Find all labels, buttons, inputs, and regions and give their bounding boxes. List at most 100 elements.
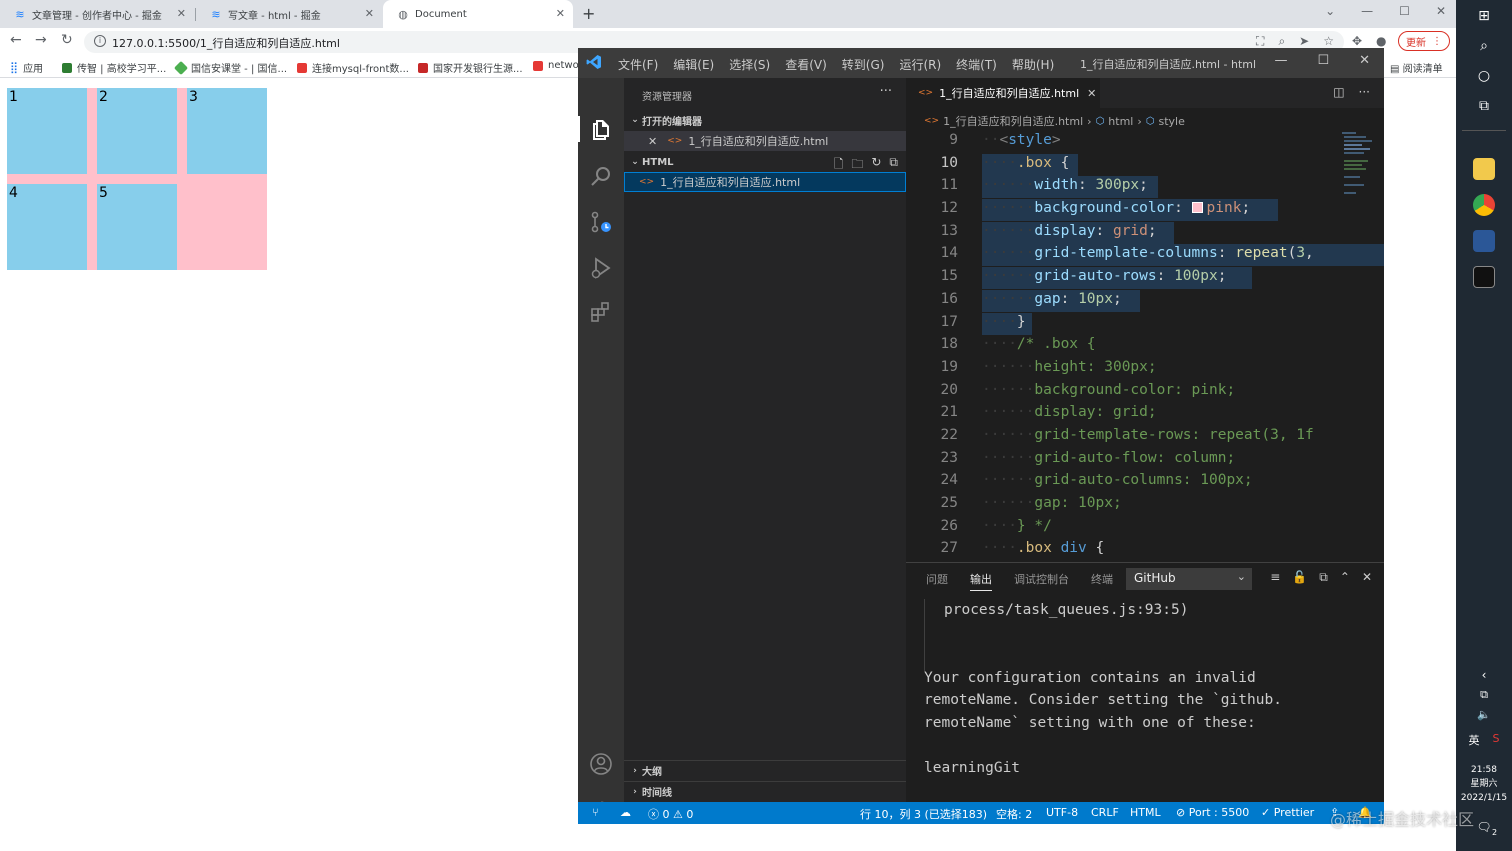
update-button[interactable]: 更新 ⋮ (1398, 31, 1450, 51)
bookmark-item[interactable]: netwo (533, 60, 579, 71)
explorer-icon[interactable] (589, 118, 613, 142)
account-icon[interactable] (589, 752, 613, 776)
close-icon[interactable]: ✕ (365, 7, 374, 20)
menu-go[interactable]: 转到(G) (842, 56, 885, 73)
sogou-input-icon[interactable]: S (1486, 732, 1506, 752)
menu-help[interactable]: 帮助(H) (1012, 56, 1054, 73)
terminal-app-icon[interactable] (1473, 266, 1495, 288)
url-text[interactable]: 127.0.0.1:5500/1_行自适应和列自适应.html (112, 35, 340, 51)
speaker-icon[interactable]: 🔈 (1474, 708, 1494, 728)
open-editor-item[interactable]: ✕ <> 1_行自适应和列自适应.html (624, 131, 906, 151)
bookmark-item[interactable]: 国家开发银行生源... (418, 60, 523, 75)
folder-header[interactable]: ⌄ HTML 🗋 🗀 ↻ ⧉ (624, 152, 906, 172)
menu-file[interactable]: 文件(F) (618, 56, 658, 73)
close-icon[interactable]: ✕ (1362, 570, 1372, 585)
info-icon[interactable]: i (94, 35, 106, 47)
cortana-icon[interactable]: ○ (1474, 68, 1494, 88)
browser-tab-2[interactable]: ≋ 写文章 - html - 掘金 ✕ (196, 0, 382, 28)
live-server-status[interactable]: ⊘ Port : 5500 (1176, 806, 1249, 819)
star-icon[interactable]: ☆ (1323, 34, 1334, 49)
translate-icon[interactable]: ⛶ (1256, 34, 1264, 49)
chevron-up-icon[interactable]: ⌃ (1340, 570, 1350, 585)
tab-debug-console[interactable]: 调试控制台 (1014, 571, 1069, 591)
close-icon[interactable]: ✕ (1359, 53, 1370, 68)
encoding[interactable]: UTF-8 (1046, 806, 1078, 819)
chevron-left-icon[interactable]: ‹ (1474, 668, 1494, 688)
timeline-header[interactable]: › 时间线 (624, 781, 906, 801)
breadcrumb-item[interactable]: style (1159, 115, 1185, 128)
language-mode[interactable]: HTML (1130, 806, 1161, 819)
chevron-down-icon[interactable]: ⌄ (1325, 4, 1335, 18)
extensions-icon[interactable]: ✥ (1352, 34, 1362, 48)
breadcrumb-item[interactable]: 1_行自适应和列自适应.html (943, 113, 1083, 129)
windows-start-icon[interactable]: ⊞ (1474, 8, 1494, 28)
output-text[interactable]: process/task_queues.js:93:5) Your config… (924, 599, 1380, 779)
sync-icon[interactable]: ☁ (620, 806, 631, 819)
close-icon[interactable]: ✕ (177, 7, 186, 20)
menu-view[interactable]: 查看(V) (785, 56, 827, 73)
tray-icons[interactable]: ⧉ (1474, 688, 1494, 708)
vscode-app-icon[interactable] (1473, 230, 1495, 252)
profile-icon[interactable]: ● (1376, 34, 1386, 48)
clear-output-icon[interactable]: ≡ (1270, 570, 1280, 585)
run-debug-icon[interactable] (589, 256, 613, 280)
minimap[interactable] (1342, 130, 1374, 230)
forward-icon[interactable]: → (35, 32, 47, 48)
split-editor-icon[interactable]: ◫ (1333, 85, 1344, 99)
tab-problems[interactable]: 问题 (926, 571, 948, 591)
browser-tab-3-active[interactable]: ◍ Document ✕ (383, 0, 573, 28)
problems-status[interactable]: ⓧ 0 ⚠ 0 (648, 806, 693, 822)
new-tab-icon[interactable]: + (582, 4, 595, 23)
file-tree-item[interactable]: <> 1_行自适应和列自适应.html (624, 172, 906, 192)
tab-terminal[interactable]: 终端 (1091, 571, 1113, 591)
menu-selection[interactable]: 选择(S) (729, 56, 770, 73)
notification-center-icon[interactable]: 🗨 (1474, 820, 1494, 840)
editor-tab-active[interactable]: <> 1_行自适应和列自适应.html ✕ (906, 78, 1100, 108)
more-actions-icon[interactable]: ··· (880, 84, 892, 99)
menu-edit[interactable]: 编辑(E) (673, 56, 714, 73)
minimize-icon[interactable]: — (1361, 4, 1373, 18)
chrome-icon[interactable] (1473, 194, 1495, 216)
prettier-status[interactable]: ✓ Prettier (1261, 806, 1314, 819)
color-swatch-icon[interactable] (1191, 202, 1203, 213)
send-icon[interactable]: ➤ (1299, 34, 1309, 49)
clock-time[interactable]: 21:58 (1456, 764, 1512, 777)
maximize-icon[interactable]: ☐ (1399, 4, 1410, 18)
extensions-icon[interactable] (589, 300, 613, 324)
search-icon[interactable]: ⌕ (1474, 38, 1494, 58)
bookmark-apps[interactable]: ⣿ 应用 (10, 60, 43, 75)
ime-indicator[interactable]: 英 (1464, 732, 1484, 752)
back-icon[interactable]: ← (10, 32, 22, 48)
source-control-icon[interactable] (589, 210, 613, 234)
search-icon[interactable] (589, 164, 613, 188)
browser-tab-1[interactable]: ≋ 文章管理 - 创作者中心 - 掘金 ✕ (0, 0, 194, 28)
lock-icon[interactable]: 🔓 (1292, 570, 1307, 585)
open-editors-header[interactable]: ⌄ 打开的编辑器 (624, 110, 906, 130)
zoom-icon[interactable]: ⌕ (1278, 34, 1285, 49)
menu-run[interactable]: 运行(R) (899, 56, 941, 73)
code-editor[interactable]: 9 10 11 12 13 14 15 16 17 18 19 20 21 22… (906, 130, 1384, 562)
maximize-icon[interactable]: ☐ (1317, 53, 1329, 68)
end-of-line[interactable]: CRLF (1091, 806, 1119, 819)
tab-output[interactable]: 输出 (970, 571, 992, 591)
cursor-position[interactable]: 行 10，列 3 (已选择183) (860, 806, 987, 822)
minimize-icon[interactable]: — (1274, 53, 1287, 68)
outline-header[interactable]: › 大纲 (624, 760, 906, 780)
close-icon[interactable]: ✕ (556, 7, 565, 20)
bookmark-item[interactable]: 传智 | 高校学习平... (62, 60, 166, 75)
copy-icon[interactable]: ⧉ (1319, 570, 1328, 585)
branch-icon[interactable]: ⑂ (592, 806, 599, 819)
file-explorer-icon[interactable] (1473, 158, 1495, 180)
close-icon[interactable]: ✕ (1087, 87, 1096, 100)
reading-list[interactable]: ▤ 阅读清单 (1390, 60, 1443, 75)
bookmark-item[interactable]: 国信安课堂 - | 国信... (173, 60, 287, 75)
indentation[interactable]: 空格: 2 (996, 806, 1032, 822)
menu-terminal[interactable]: 终端(T) (956, 56, 997, 73)
output-channel-select[interactable]: GitHub ⌄ (1126, 568, 1252, 590)
close-icon[interactable]: ✕ (648, 135, 657, 148)
more-actions-icon[interactable]: ··· (1359, 85, 1370, 99)
reload-icon[interactable]: ↻ (61, 32, 73, 48)
breadcrumb-item[interactable]: html (1108, 115, 1133, 128)
task-view-icon[interactable]: ⧉ (1474, 98, 1494, 118)
close-icon[interactable]: ✕ (1436, 4, 1446, 18)
